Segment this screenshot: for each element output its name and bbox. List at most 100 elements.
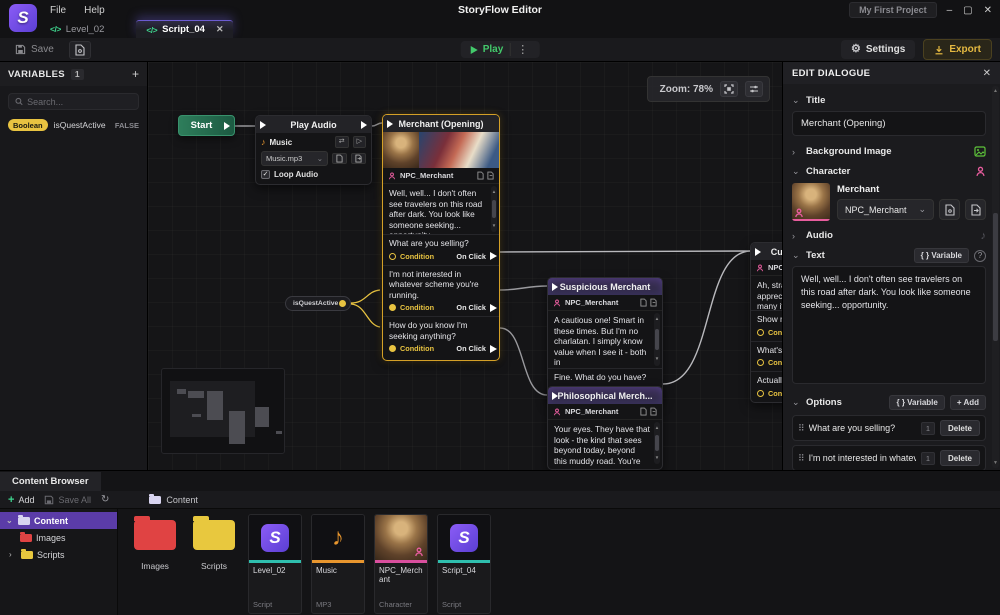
variable-row[interactable]: Boolean isQuestActive FALSE	[0, 114, 147, 136]
menu-file[interactable]: File	[48, 3, 68, 18]
add-option-button[interactable]: + Add	[950, 395, 986, 410]
asset-folder-images[interactable]: Images	[130, 514, 180, 571]
insert-variable-button[interactable]: { } Variable	[914, 248, 969, 263]
delete-option-button[interactable]: Delete	[940, 420, 980, 436]
title-input[interactable]	[792, 111, 986, 136]
browse-file-button[interactable]	[332, 153, 347, 164]
file-arrow-icon[interactable]	[650, 298, 657, 307]
asset-card-npc-merchant[interactable]: NPC_Merchant Character	[374, 514, 428, 614]
option-row[interactable]: Actually, never mind. Condition	[751, 371, 782, 402]
tab-close-icon[interactable]: ✕	[216, 24, 224, 35]
drag-handle-icon[interactable]: ⠿	[798, 453, 804, 464]
scroll-down-icon[interactable]: ▼	[492, 221, 496, 232]
asset-card-music[interactable]: ♪ Music MP3	[311, 514, 365, 614]
asset-folder-scripts[interactable]: Scripts	[189, 514, 239, 571]
new-file-button[interactable]	[69, 41, 91, 59]
character-select[interactable]: NPC_Merchant ⌄	[837, 199, 934, 220]
node-header[interactable]: Curious Merchant	[751, 243, 782, 260]
file-icon[interactable]	[640, 298, 647, 307]
search-input[interactable]	[27, 97, 132, 107]
add-asset-button[interactable]: + Add	[8, 494, 34, 506]
section-background-image[interactable]: › Background Image	[792, 143, 986, 160]
project-badge[interactable]: My First Project	[849, 2, 937, 18]
panel-scrollbar[interactable]: ▲ ▼	[992, 86, 999, 468]
locate-character-button[interactable]	[965, 199, 986, 220]
play-button[interactable]: Play	[471, 44, 504, 55]
character-thumbnail[interactable]	[792, 183, 830, 221]
chevron-right-icon[interactable]: ›	[9, 550, 17, 559]
tab-level-02[interactable]: </> Level_02	[40, 20, 114, 38]
tree-item-images[interactable]: Images	[0, 529, 117, 546]
dialogue-text[interactable]: Well, well... I don't often see traveler…	[383, 184, 499, 234]
swap-audio-button[interactable]: ⇄	[335, 136, 349, 148]
asset-card-level-02[interactable]: S Level_02 Script	[248, 514, 302, 614]
option-text-input[interactable]	[809, 453, 916, 463]
condition-port[interactable]	[389, 253, 396, 260]
dialogue-text[interactable]: Your eyes. They have that look - the kin…	[548, 420, 662, 466]
output-port[interactable]	[490, 345, 497, 353]
file-icon[interactable]	[640, 407, 647, 416]
node-play-audio[interactable]: Play Audio ♪ Music ⇄ ▷ Music.mp3 ⌄	[255, 115, 372, 185]
dialogue-text[interactable]: A cautious one! Smart in these times. Bu…	[548, 311, 662, 368]
node-merchant-opening[interactable]: Merchant (Opening) NPC_Merchant Well, we…	[382, 114, 500, 361]
scrollbar[interactable]: ▲▼	[491, 186, 497, 232]
refresh-icon[interactable]: ↻	[101, 494, 109, 505]
save-all-button[interactable]: Save All	[44, 495, 91, 505]
help-icon[interactable]: ?	[974, 250, 986, 262]
condition-port[interactable]	[389, 345, 396, 352]
scrollbar[interactable]: ▲▼	[654, 422, 660, 464]
tree-item-scripts[interactable]: › Scripts	[0, 546, 117, 563]
section-character[interactable]: ⌄ Character	[792, 163, 986, 180]
delete-option-button[interactable]: Delete	[940, 450, 980, 466]
add-variable-button[interactable]: +	[132, 68, 139, 80]
play-options-kebab-icon[interactable]: ⋮	[509, 43, 535, 56]
node-header[interactable]: Merchant (Opening)	[383, 115, 499, 132]
scroll-thumb[interactable]	[655, 329, 659, 349]
node-curious-merchant[interactable]: Curious Merchant NPC_Merchant Ah, straig…	[750, 242, 782, 403]
scroll-up-icon[interactable]: ▲	[655, 314, 659, 325]
scroll-up-icon[interactable]: ▲	[655, 423, 659, 434]
audio-file-select[interactable]: Music.mp3 ⌄	[261, 151, 328, 166]
option-row[interactable]: Show me your wares. Condition	[751, 310, 782, 341]
section-audio[interactable]: › Audio ♪	[792, 227, 986, 244]
settings-button[interactable]: ⚙ Settings	[841, 40, 915, 59]
fit-view-button[interactable]	[720, 81, 738, 97]
chevron-down-icon[interactable]: ⌄	[6, 516, 14, 525]
minimap[interactable]	[161, 368, 285, 454]
condition-port[interactable]	[757, 329, 764, 336]
asset-card-script-04[interactable]: S Script_04 Script	[437, 514, 491, 614]
scrollbar[interactable]: ▲▼	[654, 313, 660, 366]
tree-item-content[interactable]: ⌄ Content	[0, 512, 117, 529]
browse-character-button[interactable]	[939, 199, 960, 220]
node-variable-isquestactive[interactable]: isQuestActive	[285, 296, 351, 311]
output-port[interactable]	[361, 121, 367, 129]
node-start[interactable]: Start	[178, 115, 235, 136]
menu-help[interactable]: Help	[82, 3, 107, 18]
option-row[interactable]: What's your best item? Condition	[751, 341, 782, 372]
scroll-down-icon[interactable]: ▼	[655, 453, 659, 464]
node-philosophical-merchant[interactable]: Philosophical Merch... NPC_Merchant Your…	[547, 386, 663, 470]
output-port[interactable]	[339, 300, 346, 307]
input-port[interactable]	[260, 121, 266, 129]
input-port[interactable]	[552, 283, 558, 291]
close-panel-icon[interactable]: ✕	[983, 68, 991, 79]
condition-port[interactable]	[389, 304, 396, 311]
output-port[interactable]	[490, 304, 497, 312]
minimize-button[interactable]: –	[947, 5, 953, 16]
output-port[interactable]	[224, 122, 230, 130]
save-button[interactable]: Save	[8, 41, 61, 58]
option-text-input[interactable]	[809, 423, 916, 433]
scroll-down-icon[interactable]: ▼	[993, 460, 998, 466]
export-button[interactable]: Export	[923, 39, 992, 60]
file-icon[interactable]	[477, 171, 484, 180]
scroll-down-icon[interactable]: ▼	[655, 354, 659, 365]
option-row[interactable]: I'm not interested in whatever scheme yo…	[383, 265, 499, 317]
condition-port[interactable]	[757, 390, 764, 397]
node-graph-canvas[interactable]: Zoom: 78% Start Play Audio	[148, 62, 782, 470]
maximize-button[interactable]: ▢	[963, 5, 972, 16]
node-suspicious-merchant[interactable]: Suspicious Merchant NPC_Merchant A cauti…	[547, 277, 663, 402]
locate-file-button[interactable]	[351, 153, 366, 164]
loop-audio-checkbox[interactable]: ✓	[261, 170, 270, 179]
node-header[interactable]: Suspicious Merchant	[548, 278, 662, 295]
section-text[interactable]: ⌄ Text { } Variable ?	[792, 247, 986, 264]
